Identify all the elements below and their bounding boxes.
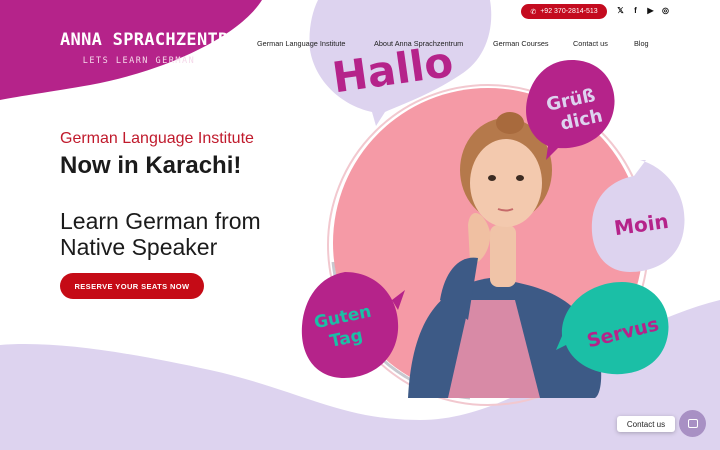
- contact-widget-button[interactable]: [679, 410, 706, 437]
- brand-logo[interactable]: ANNA SPRACHZENTRUM LETS LEARN GERMAN: [60, 30, 250, 66]
- reserve-seats-button[interactable]: RESERVE YOUR SEATS NOW: [60, 273, 204, 299]
- youtube-icon[interactable]: ▶: [646, 5, 655, 16]
- hero-eyebrow: German Language Institute: [60, 130, 254, 147]
- facebook-icon[interactable]: f: [631, 5, 640, 16]
- phone-number: +92 370-2814-513: [540, 8, 598, 15]
- brand-tagline: LETS LEARN GERMAN: [82, 56, 196, 66]
- nav-german-courses[interactable]: German Courses: [493, 39, 549, 48]
- nav-german-language-institute[interactable]: German Language Institute: [257, 39, 345, 48]
- nav-about[interactable]: About Anna Sprachzentrum: [374, 39, 463, 48]
- contact-widget-label[interactable]: Contact us: [617, 416, 675, 432]
- social-links: 𝕏 f ▶ ◎: [616, 5, 670, 16]
- instagram-icon[interactable]: ◎: [661, 5, 670, 16]
- phone-button[interactable]: ✆ +92 370-2814-513: [521, 4, 607, 19]
- twitter-icon[interactable]: 𝕏: [616, 5, 625, 16]
- nav-contact[interactable]: Contact us: [573, 39, 608, 48]
- hero-subheadline: Learn German from Native Speaker: [60, 208, 261, 260]
- chat-icon: [687, 419, 698, 428]
- nav-blog[interactable]: Blog: [634, 39, 649, 48]
- brand-name: ANNA SPRACHZENTRUM: [60, 30, 250, 50]
- hero-headline: Now in Karachi!: [60, 152, 242, 179]
- phone-icon: ✆: [530, 8, 537, 16]
